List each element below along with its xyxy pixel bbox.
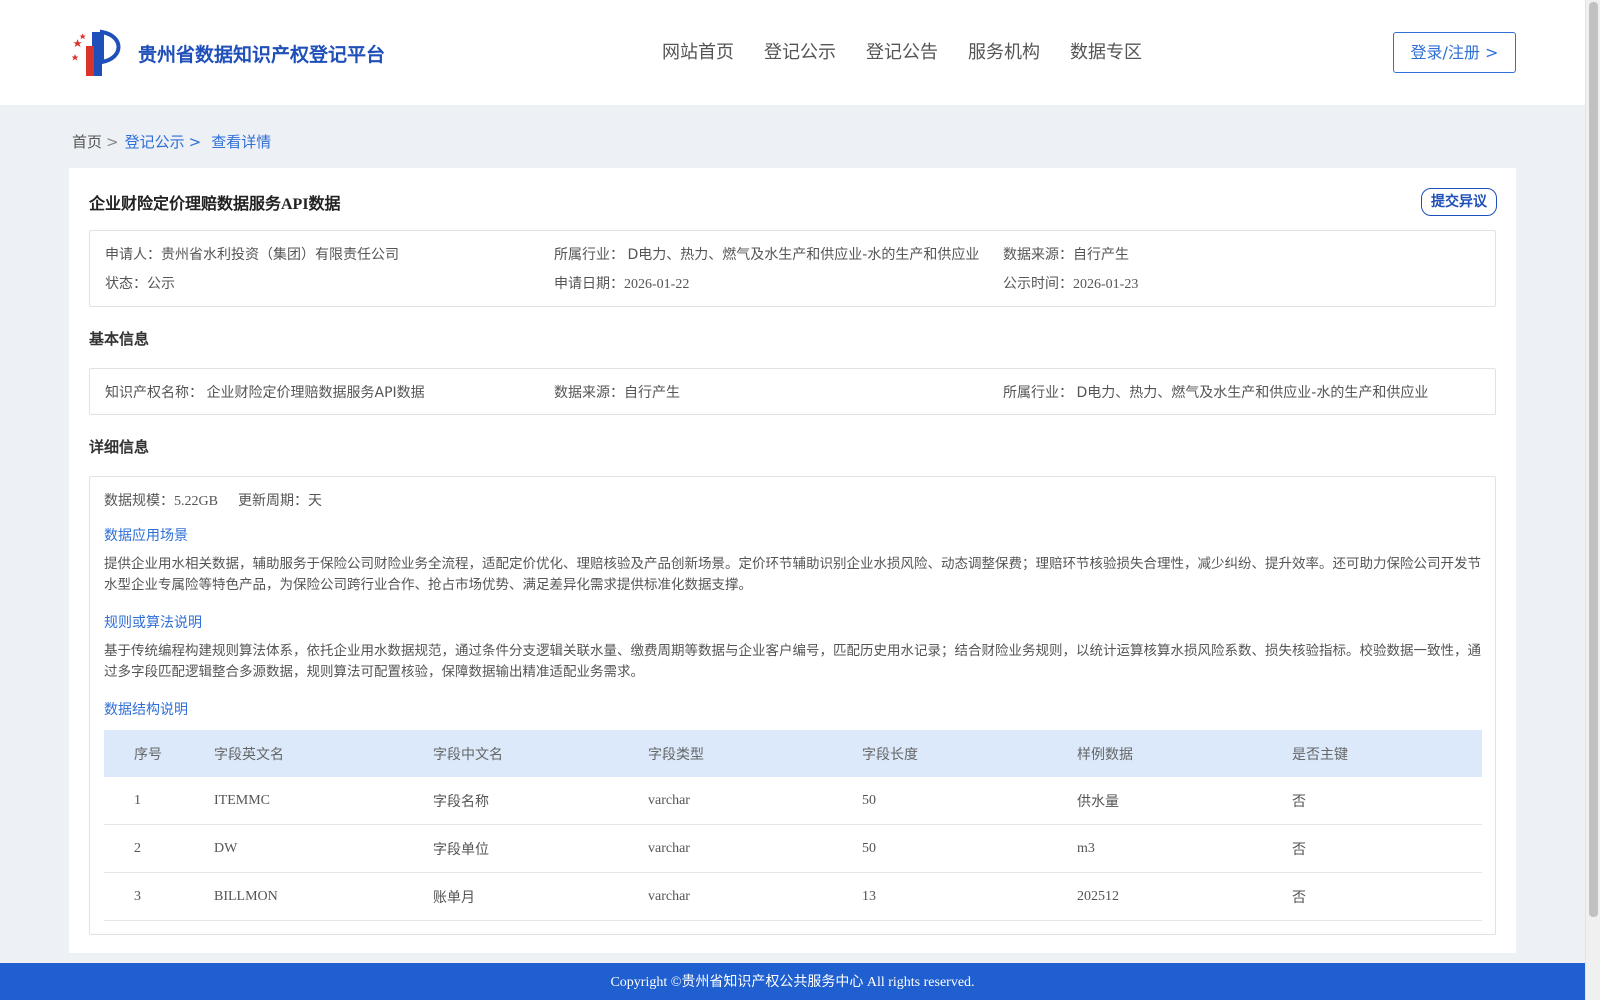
login-register-button[interactable]: 登录/注册 >: [1393, 32, 1516, 73]
column-header: 字段英文名: [214, 746, 284, 763]
nav-announcement[interactable]: 登记公告: [866, 38, 938, 64]
column-header: 字段中文名: [433, 746, 503, 763]
table-cell: varchar: [648, 888, 690, 904]
table-cell: ITEMMC: [214, 792, 270, 808]
breadcrumb-separator: >: [106, 133, 119, 151]
table-cell: 202512: [1077, 888, 1119, 904]
detail-info-title: 详细信息: [89, 438, 150, 456]
basic-source-label: 数据来源：: [554, 385, 624, 401]
column-header: 是否主键: [1292, 746, 1348, 763]
cycle-label: 更新周期：: [237, 493, 308, 509]
applicant-label: 申请人：: [105, 247, 161, 263]
status-value: 公示: [147, 276, 175, 292]
site-logo[interactable]: 贵州省数据知识产权登记平台: [72, 28, 385, 78]
column-header: 字段长度: [862, 746, 918, 763]
table-cell: 字段名称: [433, 793, 489, 810]
summary-box: 申请人：贵州省水利投资（集团）有限责任公司 所属行业： D电力、热力、燃气及水生…: [89, 230, 1496, 307]
basic-info-title: 基本信息: [89, 330, 150, 348]
table-cell: 50: [862, 840, 876, 856]
breadcrumb-current: 查看详情: [211, 133, 272, 151]
breadcrumb-home[interactable]: 首页: [72, 133, 102, 151]
status-label: 状态：: [105, 276, 147, 292]
basic-industry-value: D电力、热力、燃气及水生产和供应业-水的生产和供应业: [1076, 385, 1429, 401]
column-header: 样例数据: [1077, 746, 1133, 763]
table-header: 序号 字段英文名 字段中文名 字段类型 字段长度 样例数据 是否主键: [104, 730, 1482, 777]
table-cell: 2: [134, 840, 141, 856]
publicity-date-label: 公示时间：: [1003, 276, 1073, 292]
column-header: 序号: [134, 746, 162, 763]
basic-info-box: 知识产权名称： 企业财险定价理赔数据服务API数据 数据来源：自行产生 所属行业…: [89, 368, 1496, 415]
table-cell: 13: [862, 888, 876, 904]
scene-text: 提供企业用水相关数据，辅助服务于保险公司财险业务全流程，适配定价优化、理赔核验及…: [104, 556, 1481, 593]
nav-data-zone[interactable]: 数据专区: [1070, 38, 1142, 64]
table-row: 1 ITEMMC 字段名称 varchar 50 供水量 否: [104, 777, 1482, 825]
scene-title: 数据应用场景: [104, 528, 188, 544]
table-cell: 1: [134, 792, 141, 808]
table-row: 3 BILLMON 账单月 varchar 13 202512 否: [104, 873, 1482, 921]
breadcrumb-separator: >: [188, 133, 202, 151]
logo-icon: [72, 29, 121, 76]
table-cell: 账单月: [433, 889, 475, 906]
industry-label: 所属行业：: [554, 247, 624, 263]
ip-name-label: 知识产权名称：: [105, 385, 203, 401]
industry-value: D电力、热力、燃气及水生产和供应业-水的生产和供应业: [627, 247, 980, 263]
footer-copyright: Copyright ©贵州省知识产权公共服务中心 All rights rese…: [0, 963, 1585, 1000]
nav-publicity[interactable]: 登记公示: [764, 38, 836, 64]
table-row: 2 DW 字段单位 varchar 50 m3 否: [104, 825, 1482, 873]
table-cell: 50: [862, 792, 876, 808]
scrollbar-thumb[interactable]: [1589, 2, 1598, 917]
scale-label: 数据规模：: [104, 493, 174, 509]
table-cell: varchar: [648, 840, 690, 856]
nav-home[interactable]: 网站首页: [662, 38, 734, 64]
basic-industry-label: 所属行业：: [1003, 385, 1073, 401]
top-header: 贵州省数据知识产权登记平台 网站首页 登记公示 登记公告 服务机构 数据专区 登…: [0, 0, 1585, 105]
apply-date-label: 申请日期：: [554, 276, 624, 292]
breadcrumb-publicity[interactable]: 登记公示: [125, 133, 185, 151]
source-value: 自行产生: [1073, 247, 1129, 263]
nav-service-agency[interactable]: 服务机构: [968, 38, 1040, 64]
table-cell: 否: [1292, 889, 1306, 906]
data-structure-table: 序号 字段英文名 字段中文名 字段类型 字段长度 样例数据 是否主键 1 ITE…: [104, 730, 1482, 921]
applicant-value: 贵州省水利投资（集团）有限责任公司: [161, 247, 399, 263]
breadcrumb: 首页 > 登记公示 > 查看详情: [72, 131, 271, 152]
table-cell: 供水量: [1077, 793, 1119, 810]
basic-source-value: 自行产生: [624, 385, 680, 401]
rule-title: 规则或算法说明: [104, 615, 202, 631]
apply-date-value: 2026-01-22: [624, 277, 690, 292]
page-title: 企业财险定价理赔数据服务API数据: [89, 196, 341, 213]
structure-title: 数据结构说明: [104, 702, 188, 718]
table-cell: BILLMON: [214, 888, 278, 904]
table-cell: m3: [1077, 840, 1095, 856]
table-cell: 否: [1292, 841, 1306, 858]
site-title: 贵州省数据知识产权登记平台: [138, 44, 386, 66]
rule-text: 基于传统编程构建规则算法体系，依托企业用水数据规范，通过条件分支逻辑关联水量、缴…: [104, 643, 1481, 680]
main-nav: 网站首页 登记公示 登记公告 服务机构 数据专区: [662, 38, 1172, 64]
page-scrollbar[interactable]: [1585, 0, 1600, 1000]
table-cell: 字段单位: [433, 841, 489, 858]
detail-card: 企业财险定价理赔数据服务API数据 提交异议 申请人：贵州省水利投资（集团）有限…: [69, 168, 1516, 953]
submit-objection-button[interactable]: 提交异议: [1421, 188, 1497, 216]
table-cell: 否: [1292, 793, 1306, 810]
source-label: 数据来源：: [1003, 247, 1073, 263]
scale-value: 5.22GB: [174, 494, 218, 509]
ip-name-value: 企业财险定价理赔数据服务API数据: [206, 385, 425, 401]
publicity-date-value: 2026-01-23: [1073, 277, 1139, 292]
table-cell: varchar: [648, 792, 690, 808]
data-scale: 数据规模：5.22GB 更新周期：天: [104, 490, 322, 510]
column-header: 字段类型: [648, 746, 704, 763]
cycle-value: 天: [307, 493, 322, 509]
table-cell: DW: [214, 840, 238, 856]
table-cell: 3: [134, 888, 141, 904]
